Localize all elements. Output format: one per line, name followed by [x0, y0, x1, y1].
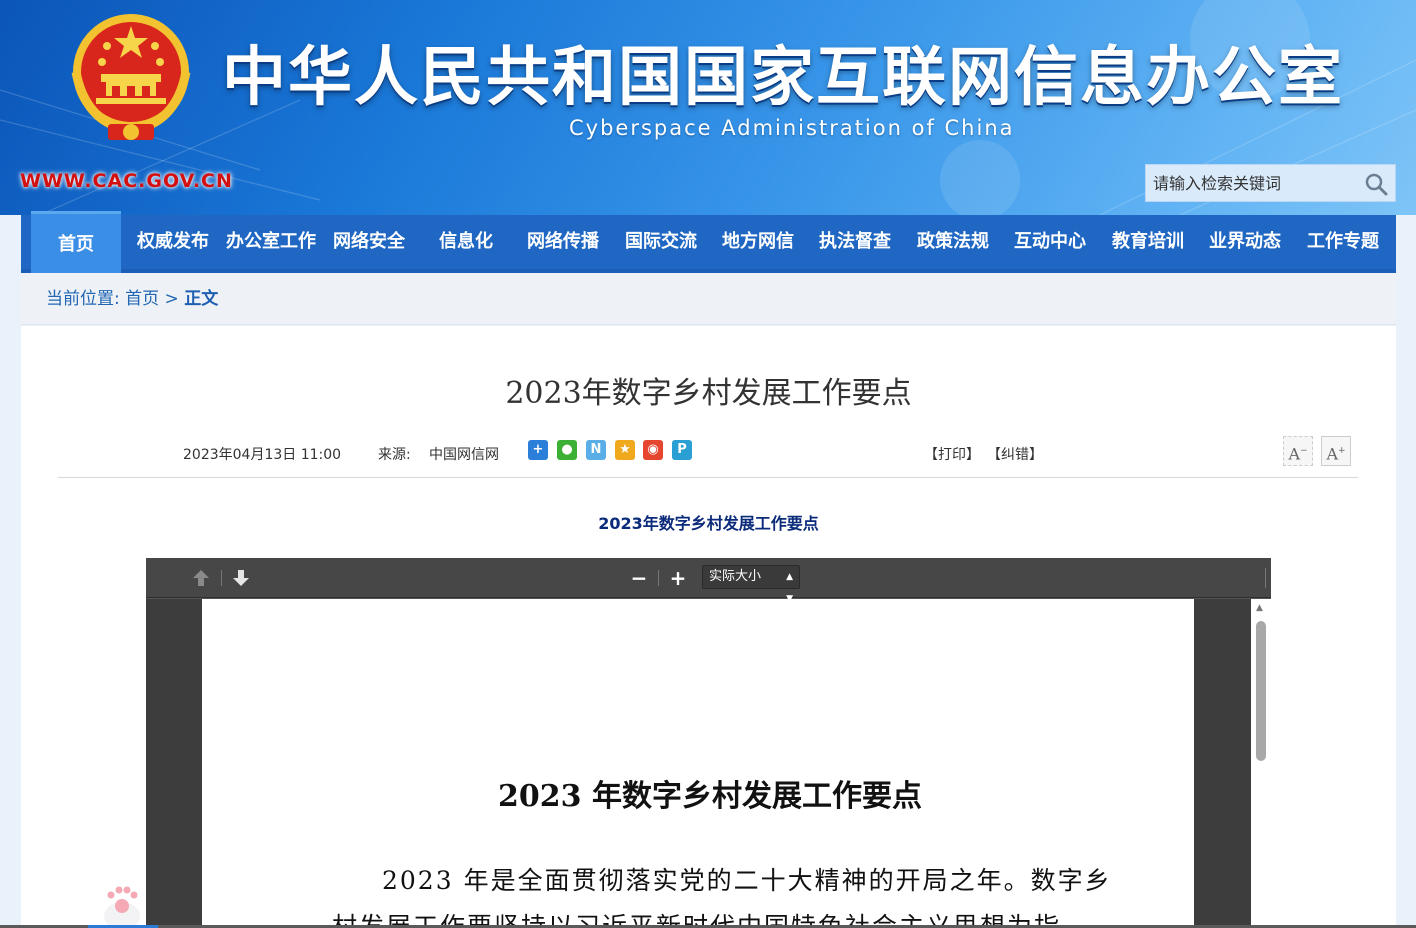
pdf-paragraph-line: 2023 年是全面贯彻落实党的二十大精神的开局之年。数字乡: [382, 866, 1112, 895]
site-title-chinese: 中华人民共和国国家互联网信息办公室: [222, 41, 1344, 115]
breadcrumb-current: 正文: [184, 289, 219, 309]
news-icon[interactable]: N: [586, 440, 606, 460]
search-box: [1145, 164, 1396, 202]
pdf-viewer: − + 实际大小 ▲▼ 2023 年数字乡村发展工作要点 2023 年是全面贯彻…: [146, 558, 1271, 928]
font-larger-label: A: [1326, 444, 1338, 464]
pdf-gutter-right: [1194, 599, 1251, 928]
nav-item-releases[interactable]: 权威发布: [129, 215, 217, 269]
toolbar-separator: [658, 570, 659, 586]
nav-item-interaction[interactable]: 互动中心: [1006, 215, 1094, 269]
star-icon[interactable]: ★: [615, 440, 635, 460]
paw-icon[interactable]: [100, 880, 144, 928]
pdf-toolbar: − + 实际大小 ▲▼: [146, 558, 1271, 604]
nav-item-international[interactable]: 国际交流: [617, 215, 705, 269]
font-smaller-label: A: [1288, 444, 1300, 464]
breadcrumb: 当前位置: 首页 > 正文: [21, 273, 1396, 325]
next-page-icon[interactable]: [230, 567, 252, 589]
correct-link[interactable]: 【纠错】: [987, 444, 1043, 464]
main-nav: 首页 权威发布 办公室工作 网络安全 信息化 网络传播 国际交流 地方网信 执法…: [21, 211, 1396, 273]
prev-page-icon[interactable]: [190, 567, 212, 589]
people-icon[interactable]: P: [672, 440, 692, 460]
nav-item-office-work[interactable]: 办公室工作: [219, 215, 323, 269]
article-container: 2023年数字乡村发展工作要点 2023年04月13日 11:00 来源: 中国…: [21, 326, 1396, 928]
zoom-in-button[interactable]: +: [667, 567, 689, 589]
scroll-up-icon[interactable]: ▲: [1256, 603, 1263, 613]
toolbar-separator: [1265, 568, 1266, 588]
search-icon[interactable]: [1363, 171, 1389, 197]
zoom-select[interactable]: 实际大小 ▲▼: [702, 565, 800, 604]
nav-item-enforcement[interactable]: 执法督查: [811, 215, 899, 269]
divider: [58, 477, 1358, 478]
weibo-icon[interactable]: ◉: [643, 440, 663, 460]
source-label: 来源:: [378, 447, 411, 463]
toolbar-separator: [221, 570, 222, 586]
article-meta: 2023年04月13日 11:00 来源: 中国网信网 + ● N ★ ◉ P …: [21, 436, 1396, 466]
article-subtitle: 2023年数字乡村发展工作要点: [598, 514, 819, 533]
nav-item-communication[interactable]: 网络传播: [519, 215, 607, 269]
print-link[interactable]: 【打印】: [924, 444, 980, 464]
site-header: 中华人民共和国国家互联网信息办公室 Cyberspace Administrat…: [0, 0, 1416, 215]
pdf-gutter-left: [146, 599, 202, 928]
qzone-icon[interactable]: +: [528, 440, 548, 460]
pdf-scrollbar[interactable]: ▲: [1251, 599, 1271, 928]
nav-item-education[interactable]: 教育培训: [1104, 215, 1192, 269]
source-name: 中国网信网: [429, 447, 499, 463]
breadcrumb-separator: >: [164, 289, 179, 309]
breadcrumb-label: 当前位置:: [46, 289, 120, 309]
zoom-value: 实际大小: [709, 569, 762, 584]
article-title: 2023年数字乡村发展工作要点: [505, 376, 912, 411]
national-emblem: [71, 14, 191, 140]
nav-item-topics[interactable]: 工作专题: [1299, 215, 1387, 269]
pdf-page-title: 2023 年数字乡村发展工作要点: [498, 779, 922, 814]
font-larger-button[interactable]: A+: [1321, 436, 1351, 466]
wechat-icon[interactable]: ●: [557, 440, 577, 460]
nav-item-local[interactable]: 地方网信: [714, 215, 802, 269]
nav-item-cybersecurity[interactable]: 网络安全: [325, 215, 413, 269]
site-title-english: Cyberspace Administration of China: [569, 116, 1015, 140]
search-input[interactable]: [1146, 165, 1356, 201]
site-url[interactable]: WWW.CAC.GOV.CN: [20, 170, 233, 192]
nav-item-policy[interactable]: 政策法规: [909, 215, 997, 269]
pdf-page: 2023 年数字乡村发展工作要点 2023 年是全面贯彻落实党的二十大精神的开局…: [202, 599, 1194, 928]
font-smaller-button[interactable]: A−: [1283, 436, 1313, 466]
nav-item-industry[interactable]: 业界动态: [1201, 215, 1289, 269]
nav-item-informatization[interactable]: 信息化: [421, 215, 511, 269]
nav-item-home[interactable]: 首页: [31, 211, 121, 273]
publish-date: 2023年04月13日 11:00: [183, 447, 342, 463]
breadcrumb-home[interactable]: 首页: [125, 289, 159, 309]
zoom-out-button[interactable]: −: [628, 567, 650, 589]
scrollbar-thumb[interactable]: [1256, 621, 1266, 761]
